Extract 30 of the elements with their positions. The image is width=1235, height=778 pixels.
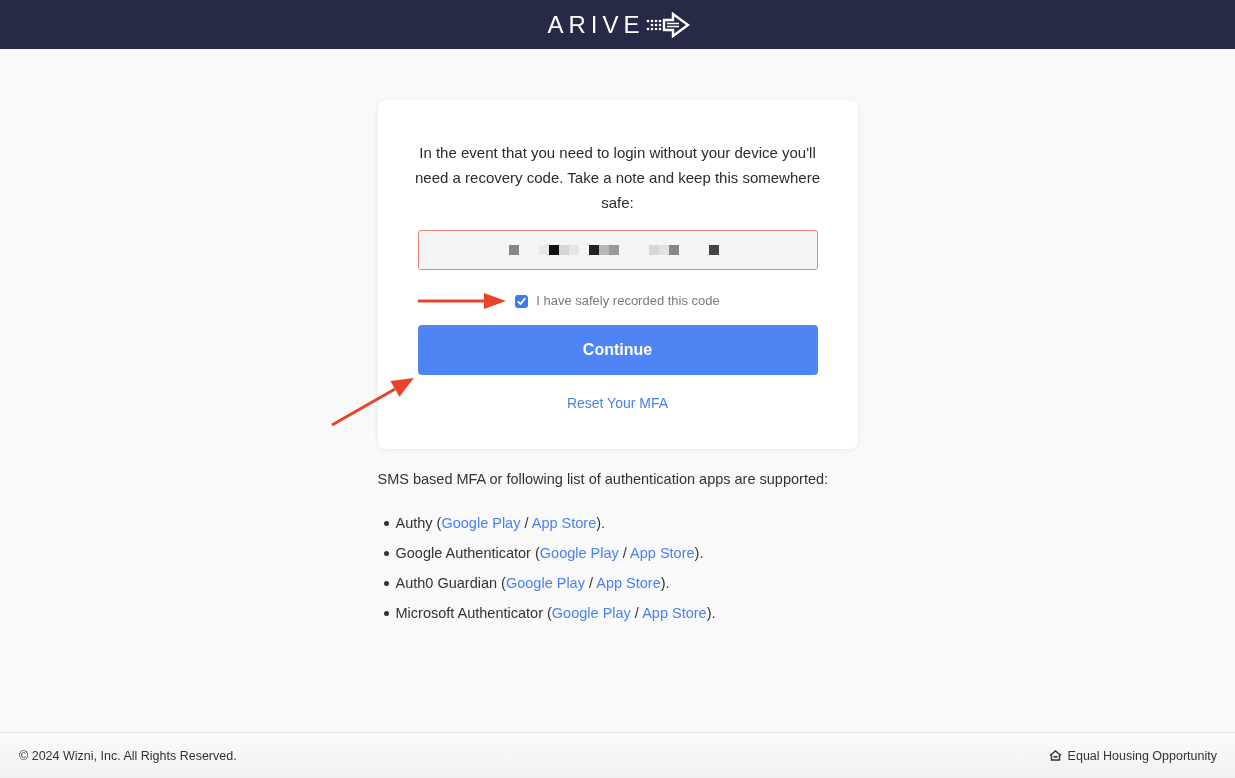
- store-link[interactable]: App Store: [630, 545, 695, 561]
- bullet-icon: [383, 610, 389, 616]
- checkbox[interactable]: [515, 294, 529, 308]
- store-link[interactable]: App Store: [531, 515, 597, 531]
- continue-button[interactable]: Continue: [417, 325, 818, 375]
- supported-apps-intro: SMS based MFA or following list of authentication apps are supported:: [377, 470, 830, 489]
- store-link[interactable]: Google Play: [441, 515, 521, 531]
- checkbox-label[interactable]: I have safely recorded this code: [536, 292, 720, 310]
- logo-wordmark: ARIVE: [547, 10, 645, 39]
- equal-housing-text: Equal Housing Opportunity: [1067, 748, 1217, 763]
- supported-app-item: Google Authenticator (Google Play / App Store).: [395, 544, 704, 563]
- recovery-code-field[interactable]: [417, 230, 818, 270]
- instruction-text: In the event that you need to login without your device you'll need a recovery code. Take a note and keep this somewhere safe:: [414, 143, 821, 213]
- bullet-icon: [383, 550, 389, 556]
- bullet-icon: [383, 520, 389, 526]
- annotation-arrow-icon: [417, 292, 506, 310]
- house-icon: [1048, 750, 1062, 761]
- store-link[interactable]: Google Play: [505, 575, 585, 591]
- bullet-icon: [383, 580, 389, 586]
- supported-app-item: Microsoft Authenticator (Google Play / App Store).: [395, 604, 716, 623]
- store-link[interactable]: App Store: [596, 575, 661, 591]
- supported-app-item: Authy (Google Play / App Store).: [395, 514, 606, 533]
- copyright-text: © 2024 Wizni, Inc. All Rights Reserved.: [19, 748, 237, 763]
- annotation-arrow-icon: [330, 377, 415, 427]
- store-link[interactable]: Google Play: [539, 545, 619, 561]
- reset-mfa-link[interactable]: Reset Your MFA: [566, 394, 669, 412]
- arrow-logo-icon: [645, 11, 690, 38]
- store-link[interactable]: Google Play: [551, 605, 631, 621]
- supported-app-item: Auth0 Guardian (Google Play / App Store).: [395, 574, 670, 593]
- store-link[interactable]: App Store: [642, 605, 707, 621]
